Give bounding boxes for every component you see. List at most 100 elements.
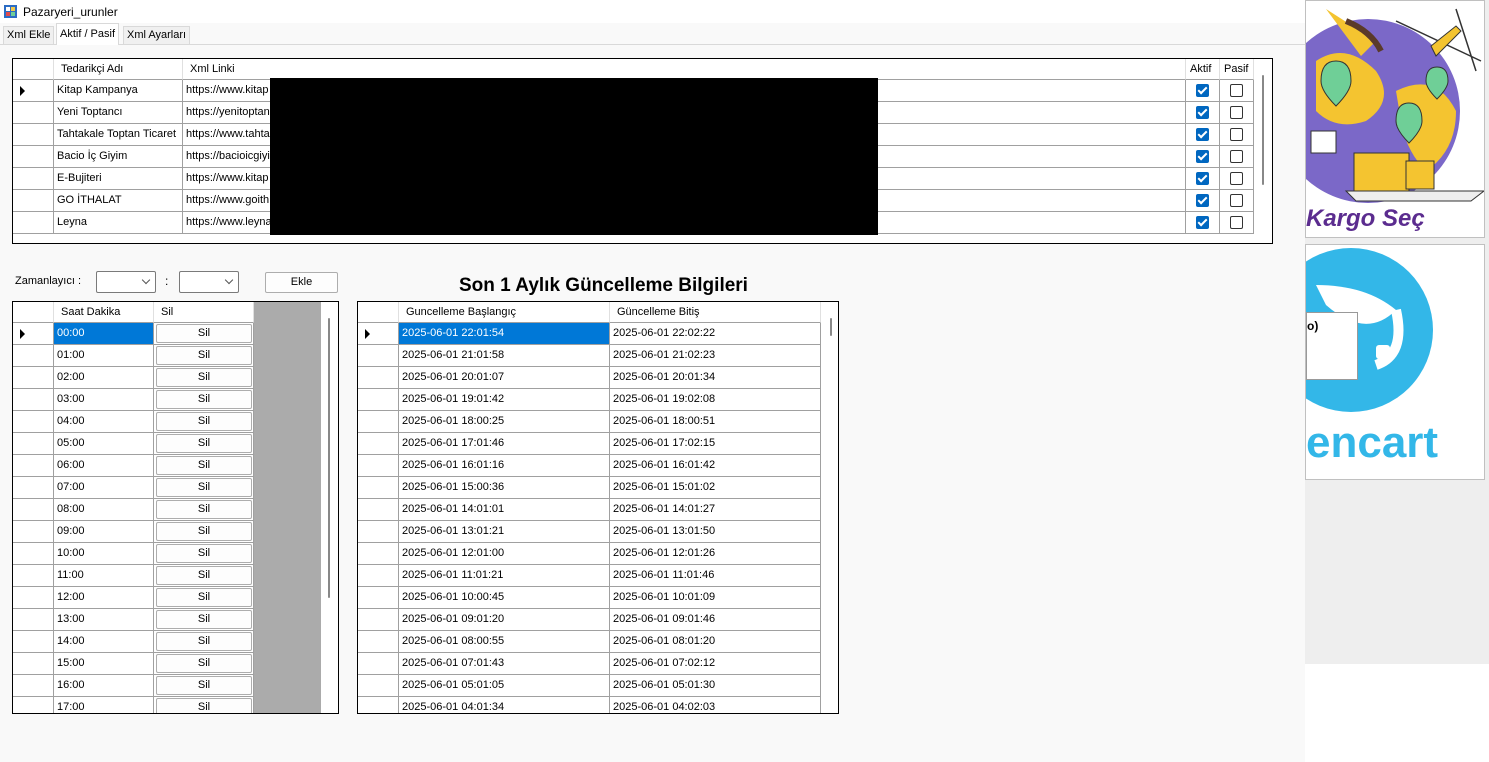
- update-start-cell[interactable]: 2025-06-01 13:01:21: [399, 521, 610, 542]
- delete-button[interactable]: Sil: [156, 412, 252, 431]
- column-header-xml[interactable]: Xml Linki: [183, 59, 1186, 80]
- delete-button[interactable]: Sil: [156, 654, 252, 673]
- table-row[interactable]: 13:00 Sil: [13, 609, 254, 631]
- table-row[interactable]: 2025-06-01 11:01:21 2025-06-01 11:01:46: [358, 565, 821, 587]
- supplier-name-cell[interactable]: Bacio İç Giyim: [54, 146, 183, 167]
- delete-button[interactable]: Sil: [156, 544, 252, 563]
- update-start-cell[interactable]: 2025-06-01 10:00:45: [399, 587, 610, 608]
- row-header[interactable]: [13, 212, 54, 233]
- time-cell[interactable]: 12:00: [54, 587, 154, 608]
- row-header[interactable]: [358, 411, 399, 432]
- delete-button[interactable]: Sil: [156, 324, 252, 343]
- table-row[interactable]: 06:00 Sil: [13, 455, 254, 477]
- time-cell[interactable]: 06:00: [54, 455, 154, 476]
- passive-cell[interactable]: [1220, 124, 1254, 145]
- update-end-cell[interactable]: 2025-06-01 10:01:09: [610, 587, 821, 608]
- row-header[interactable]: [13, 675, 54, 696]
- column-header-supplier[interactable]: Tedarikçi Adı: [54, 59, 183, 80]
- table-row[interactable]: 16:00 Sil: [13, 675, 254, 697]
- active-cell[interactable]: [1186, 168, 1220, 189]
- table-row[interactable]: 2025-06-01 20:01:07 2025-06-01 20:01:34: [358, 367, 821, 389]
- update-end-cell[interactable]: 2025-06-01 09:01:46: [610, 609, 821, 630]
- table-row[interactable]: 10:00 Sil: [13, 543, 254, 565]
- active-checkbox[interactable]: [1196, 172, 1209, 185]
- supplier-name-cell[interactable]: Tahtakale Toptan Ticaret: [54, 124, 183, 145]
- time-cell[interactable]: 11:00: [54, 565, 154, 586]
- table-row[interactable]: 2025-06-01 17:01:46 2025-06-01 17:02:15: [358, 433, 821, 455]
- delete-button[interactable]: Sil: [156, 456, 252, 475]
- time-cell[interactable]: 14:00: [54, 631, 154, 652]
- row-header[interactable]: [358, 433, 399, 454]
- tab-aktif-pasif[interactable]: Aktif / Pasif: [56, 23, 120, 45]
- minute-select[interactable]: [179, 271, 239, 293]
- row-header[interactable]: [358, 543, 399, 564]
- active-checkbox[interactable]: [1196, 128, 1209, 141]
- passive-cell[interactable]: [1220, 102, 1254, 123]
- passive-checkbox[interactable]: [1230, 216, 1243, 229]
- time-cell[interactable]: 10:00: [54, 543, 154, 564]
- table-row[interactable]: 2025-06-01 04:01:34 2025-06-01 04:02:03: [358, 697, 821, 713]
- row-header[interactable]: [13, 477, 54, 498]
- row-header[interactable]: [13, 609, 54, 630]
- row-header[interactable]: [358, 477, 399, 498]
- update-end-cell[interactable]: 2025-06-01 19:02:08: [610, 389, 821, 410]
- tab-xml-ekle[interactable]: Xml Ekle: [3, 26, 55, 44]
- update-end-cell[interactable]: 2025-06-01 05:01:30: [610, 675, 821, 696]
- row-header[interactable]: [358, 323, 399, 344]
- update-end-cell[interactable]: 2025-06-01 04:02:03: [610, 697, 821, 713]
- time-cell[interactable]: 02:00: [54, 367, 154, 388]
- update-start-cell[interactable]: 2025-06-01 04:01:34: [399, 697, 610, 713]
- table-row[interactable]: 2025-06-01 05:01:05 2025-06-01 05:01:30: [358, 675, 821, 697]
- row-header[interactable]: [13, 499, 54, 520]
- column-header-time[interactable]: Saat Dakika: [54, 302, 154, 323]
- table-row[interactable]: 03:00 Sil: [13, 389, 254, 411]
- row-header[interactable]: [13, 455, 54, 476]
- passive-cell[interactable]: [1220, 168, 1254, 189]
- table-row[interactable]: 02:00 Sil: [13, 367, 254, 389]
- update-end-cell[interactable]: 2025-06-01 07:02:12: [610, 653, 821, 674]
- passive-cell[interactable]: [1220, 212, 1254, 233]
- table-row[interactable]: 2025-06-01 14:01:01 2025-06-01 14:01:27: [358, 499, 821, 521]
- column-header-delete[interactable]: Sil: [154, 302, 254, 323]
- update-start-cell[interactable]: 2025-06-01 19:01:42: [399, 389, 610, 410]
- passive-cell[interactable]: [1220, 190, 1254, 211]
- row-header[interactable]: [13, 697, 54, 713]
- row-header[interactable]: [358, 521, 399, 542]
- table-row[interactable]: 17:00 Sil: [13, 697, 254, 713]
- time-cell[interactable]: 04:00: [54, 411, 154, 432]
- supplier-name-cell[interactable]: E-Bujiteri: [54, 168, 183, 189]
- row-header[interactable]: [358, 345, 399, 366]
- passive-cell[interactable]: [1220, 80, 1254, 101]
- active-checkbox[interactable]: [1196, 150, 1209, 163]
- supplier-name-cell[interactable]: Leyna: [54, 212, 183, 233]
- table-row[interactable]: 01:00 Sil: [13, 345, 254, 367]
- hour-select[interactable]: [96, 271, 156, 293]
- update-end-cell[interactable]: 2025-06-01 15:01:02: [610, 477, 821, 498]
- update-start-cell[interactable]: 2025-06-01 15:00:36: [399, 477, 610, 498]
- table-row[interactable]: 08:00 Sil: [13, 499, 254, 521]
- table-row[interactable]: 2025-06-01 10:00:45 2025-06-01 10:01:09: [358, 587, 821, 609]
- table-row[interactable]: 00:00 Sil: [13, 323, 254, 345]
- update-end-cell[interactable]: 2025-06-01 14:01:27: [610, 499, 821, 520]
- time-cell[interactable]: 08:00: [54, 499, 154, 520]
- active-checkbox[interactable]: [1196, 194, 1209, 207]
- row-header[interactable]: [13, 389, 54, 410]
- column-header-active[interactable]: Aktif: [1186, 59, 1220, 80]
- time-cell[interactable]: 13:00: [54, 609, 154, 630]
- delete-button[interactable]: Sil: [156, 610, 252, 629]
- table-row[interactable]: 2025-06-01 09:01:20 2025-06-01 09:01:46: [358, 609, 821, 631]
- row-header[interactable]: [13, 653, 54, 674]
- passive-checkbox[interactable]: [1230, 84, 1243, 97]
- table-row[interactable]: 2025-06-01 16:01:16 2025-06-01 16:01:42: [358, 455, 821, 477]
- passive-checkbox[interactable]: [1230, 150, 1243, 163]
- table-row[interactable]: 2025-06-01 12:01:00 2025-06-01 12:01:26: [358, 543, 821, 565]
- table-row[interactable]: 2025-06-01 15:00:36 2025-06-01 15:01:02: [358, 477, 821, 499]
- row-header[interactable]: [13, 565, 54, 586]
- update-end-cell[interactable]: 2025-06-01 12:01:26: [610, 543, 821, 564]
- delete-button[interactable]: Sil: [156, 698, 252, 713]
- table-row[interactable]: 2025-06-01 21:01:58 2025-06-01 21:02:23: [358, 345, 821, 367]
- update-start-cell[interactable]: 2025-06-01 11:01:21: [399, 565, 610, 586]
- time-cell[interactable]: 00:00: [54, 323, 154, 344]
- row-header[interactable]: [13, 124, 54, 145]
- row-header[interactable]: [358, 389, 399, 410]
